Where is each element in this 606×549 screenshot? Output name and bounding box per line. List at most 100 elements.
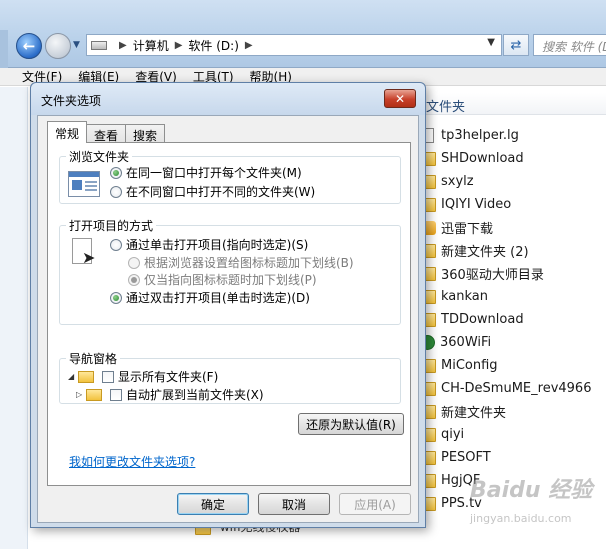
single-click-option[interactable]: 通过单击打开项目(指向时选定)(S) [110,236,308,253]
file-name: TDDownload [441,312,524,327]
list-item[interactable]: sxylz [420,170,606,193]
file-name: sxylz [441,174,474,189]
list-item[interactable]: 新建文件夹 (2) [420,239,606,262]
dialog-body: 常规 查看 搜索 浏览文件夹 在同一窗口中打开每个文件夹(M) 在不同窗口中打开… [37,115,419,523]
window-left-edge [0,30,8,70]
list-item[interactable]: 360WiFi [420,331,606,354]
arrow-left-icon: ← [22,37,36,55]
radio-button[interactable] [110,166,122,179]
group-title: 打开项目的方式 [66,217,157,234]
cancel-button[interactable]: 取消 [258,493,330,515]
same-window-option[interactable]: 在同一窗口中打开每个文件夹(M) [110,164,302,181]
list-item[interactable]: SHDownload [420,147,606,170]
close-button[interactable]: ✕ [384,89,416,108]
watermark-main: Baidu 经验 [470,478,593,503]
file-name: MiConfig [441,358,498,373]
list-item[interactable]: IQIYI Video [420,193,606,216]
radio-button[interactable] [128,256,140,269]
file-name: kankan [441,289,489,304]
list-item[interactable]: 迅雷下载 [420,216,606,239]
apply-button[interactable]: 应用(A) [339,493,411,515]
radio-button[interactable] [110,185,122,198]
tab-view[interactable]: 查看 [86,124,127,143]
file-name: tp3helper.lg [441,128,519,143]
file-name: 360驱动大师目录 [441,268,544,283]
search-input[interactable]: 搜索 软件 (D:) [533,34,606,56]
tree-expanded-icon: ◢ [68,372,75,381]
pointer-icon: ➤ [72,238,96,268]
forward-button[interactable] [45,33,71,59]
file-name: 新建文件夹 (2) [441,245,529,260]
drive-icon [91,40,107,50]
list-item[interactable]: 新建文件夹 [420,400,606,423]
file-name: 新建文件夹 [441,406,507,421]
address-dropdown-icon[interactable]: ▼ [487,37,495,48]
list-item[interactable]: qiyi [420,423,606,446]
radio-button[interactable] [128,273,140,286]
file-name: 迅雷下载 [441,222,494,237]
ok-button[interactable]: 确定 [177,493,249,515]
option-label: 根据浏览器设置给图标标题加下划线(B) [144,256,354,270]
underline-browser-option[interactable]: 根据浏览器设置给图标标题加下划线(B) [128,254,354,271]
show-all-folders-option[interactable]: ◢ 显示所有文件夹(F) [68,368,218,385]
breadcrumb-drive[interactable]: 软件 (D:) [188,37,238,54]
checkbox[interactable] [110,388,122,401]
dialog-titlebar[interactable]: 文件夹选项 ✕ [31,83,425,115]
watermark: Baidu 经验 jingyan.baidu.com [470,480,606,540]
option-label: 在不同窗口中打开不同的文件夹(W) [126,185,316,199]
file-name: PESOFT [441,450,491,465]
option-label: 仅当指向图标标题时加下划线(P) [144,273,317,287]
close-icon: ✕ [394,91,406,106]
list-item[interactable]: kankan [420,285,606,308]
watermark-sub: jingyan.baidu.com [470,512,572,525]
new-window-option[interactable]: 在不同窗口中打开不同的文件夹(W) [110,183,315,200]
back-button[interactable]: ← [16,33,42,59]
list-item[interactable]: 360驱动大师目录 [420,262,606,285]
list-item[interactable]: MiConfig [420,354,606,377]
file-name: SHDownload [441,151,524,166]
file-list: tp3helper.lg SHDownload sxylz IQIYI Vide… [420,124,606,515]
browse-folders-group: 浏览文件夹 在同一窗口中打开每个文件夹(M) 在不同窗口中打开不同的文件夹(W) [59,148,401,204]
list-item[interactable]: PESOFT [420,446,606,469]
address-bar[interactable]: ▶ 计算机 ▶ 软件 (D:) ▶ ▼ [86,34,502,56]
breadcrumb-separator-icon: ▶ [244,39,253,51]
option-label: 在同一窗口中打开每个文件夹(M) [126,166,302,180]
navigation-pane-group: 导航窗格 ◢ 显示所有文件夹(F) ▷ 自动扩展到当前文件夹(X) [59,350,401,404]
file-name: qiyi [441,427,465,442]
underline-point-option[interactable]: 仅当指向图标标题时加下划线(P) [128,271,317,288]
list-item[interactable]: tp3helper.lg [420,124,606,147]
dialog-title: 文件夹选项 [41,94,102,108]
auto-expand-option[interactable]: ▷ 自动扩展到当前文件夹(X) [76,386,264,403]
folder-options-dialog: 文件夹选项 ✕ 常规 查看 搜索 浏览文件夹 在同一窗口中打开每个文件夹(M) [30,82,426,528]
list-item[interactable]: CH-DeSmuME_rev4966 [420,377,606,400]
checkbox[interactable] [102,370,114,383]
refresh-button[interactable]: ⇄ [503,34,529,56]
option-label: 显示所有文件夹(F) [118,370,219,384]
tab-general[interactable]: 常规 [47,121,88,143]
refresh-icon: ⇄ [510,37,522,53]
window-layout-icon [68,171,100,197]
help-link[interactable]: 我如何更改文件夹选项? [69,453,195,470]
tree-collapsed-icon: ▷ [76,390,83,399]
tab-bar: 常规 查看 搜索 [47,121,166,143]
radio-button[interactable] [110,238,122,251]
folder-icon [78,370,94,383]
file-name: CH-DeSmuME_rev4966 [441,381,592,396]
breadcrumb-separator-icon: ▶ [119,39,127,51]
group-title: 浏览文件夹 [66,148,133,165]
double-click-option[interactable]: 通过双击打开项目(单击时选定)(D) [110,289,310,306]
breadcrumb-computer[interactable]: 计算机 [133,37,169,54]
tab-search[interactable]: 搜索 [125,124,166,143]
option-label: 通过单击打开项目(指向时选定)(S) [126,238,309,252]
history-dropdown-icon[interactable]: ▼ [73,40,80,50]
breadcrumb-separator-icon: ▶ [174,39,183,51]
option-label: 自动扩展到当前文件夹(X) [126,388,264,402]
group-title: 导航窗格 [66,350,121,367]
navigation-pane [0,87,28,549]
file-name: IQIYI Video [441,197,512,212]
radio-button[interactable] [110,291,122,304]
tab-panel-general: 浏览文件夹 在同一窗口中打开每个文件夹(M) 在不同窗口中打开不同的文件夹(W)… [47,142,411,486]
column-header[interactable]: 文件夹 [418,93,606,115]
list-item[interactable]: TDDownload [420,308,606,331]
restore-defaults-button[interactable]: 还原为默认值(R) [298,413,404,435]
